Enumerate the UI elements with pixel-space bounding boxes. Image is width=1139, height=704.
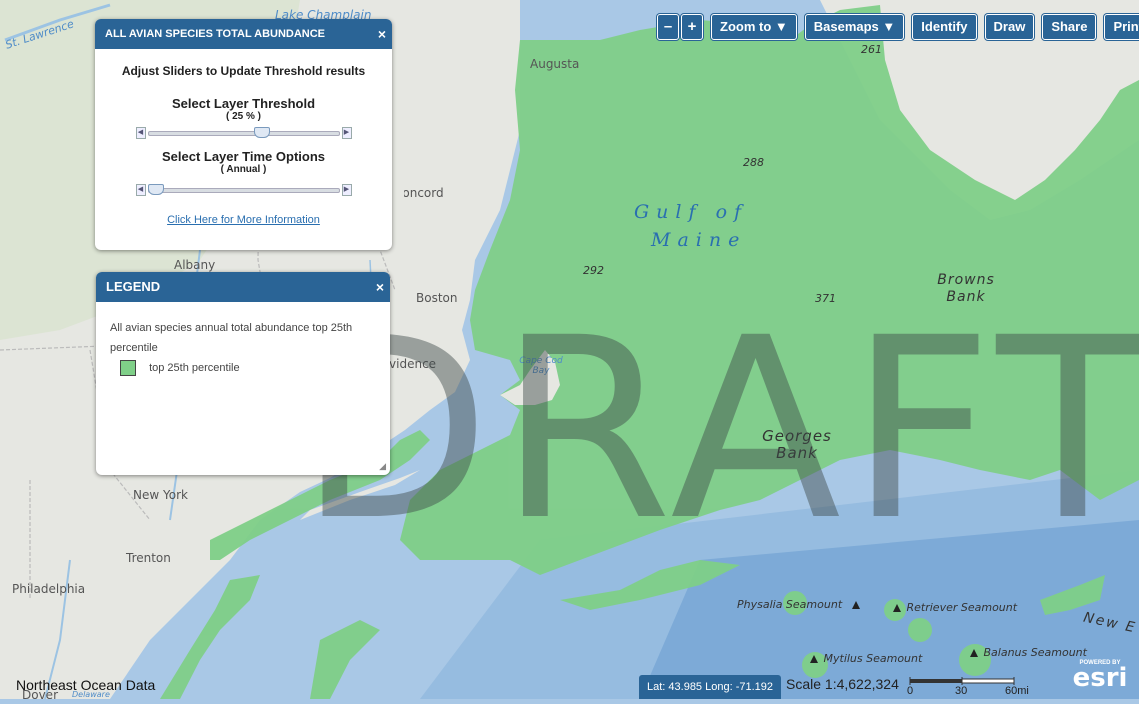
slider-handle[interactable] (254, 127, 271, 138)
scale-bar-label: 60mi (1005, 685, 1029, 697)
scale-bar-label: 0 (907, 685, 914, 697)
legend-swatch (120, 360, 136, 376)
zoom-in-button[interactable]: + (681, 14, 703, 40)
seamount-triangle-icon (851, 601, 860, 609)
label-gulf-of: Gulf of (634, 201, 749, 223)
close-icon[interactable]: × (378, 19, 386, 49)
label-trenton: Trenton (126, 551, 171, 565)
threshold-instruction: Adjust Sliders to Update Threshold resul… (121, 64, 366, 78)
share-button[interactable]: Share (1042, 14, 1097, 40)
seamount-label: Physalia Seamount (737, 598, 843, 611)
legend-panel-title: LEGEND (106, 279, 161, 294)
latlong-readout: Lat: 43.985 Long: -71.192 (639, 675, 781, 699)
map-toolbar: – + Zoom to ▼ Basemaps ▼ Identify Draw S… (657, 14, 1139, 40)
esri-logo[interactable]: POWERED BY esri (1068, 660, 1132, 693)
depth-292: 292 (583, 264, 604, 277)
label-philadelphia: Philadelphia (12, 582, 86, 596)
threshold-slider[interactable]: ◀ ▶ (135, 126, 352, 140)
slider-left-arrow-icon[interactable]: ◀ (135, 184, 146, 196)
zoom-to-dropdown[interactable]: Zoom to ▼ (711, 14, 797, 40)
depth-288: 288 (743, 156, 764, 169)
print-button[interactable]: Print (1104, 14, 1139, 40)
seamount-triangle-icon (970, 649, 978, 657)
slider-right-arrow-icon[interactable]: ▶ (341, 184, 352, 196)
seamount-label: Mytilus Seamount (823, 652, 923, 665)
legend-description: All avian species annual total abundance… (110, 322, 353, 354)
close-icon[interactable]: × (376, 272, 384, 302)
slider-handle[interactable] (147, 184, 164, 195)
scale-readout: Scale 1:4,622,324 (786, 676, 899, 692)
label-new-york: New York (133, 488, 188, 502)
slider-track[interactable] (147, 131, 340, 136)
depth-261: 261 (861, 43, 882, 56)
time-options-label: Select Layer Time Options (161, 149, 326, 164)
time-options-value: ( Annual ) (220, 164, 267, 175)
label-albany: Albany (174, 258, 216, 272)
more-info-link[interactable]: Click Here for More Information (95, 214, 392, 226)
legend-panel: LEGEND × All avian species annual total … (96, 272, 390, 475)
seamount-mytilus: Mytilus Seamount (810, 652, 922, 665)
label-maine: Maine (651, 229, 747, 251)
seamount-balanus: Balanus Seamount (970, 646, 1087, 659)
threshold-label: Select Layer Threshold (171, 96, 316, 111)
slider-track[interactable] (147, 188, 340, 193)
legend-item: top 25th percentile (120, 360, 390, 376)
zoom-out-button[interactable]: – (657, 14, 679, 40)
slider-right-arrow-icon[interactable]: ▶ (341, 127, 352, 139)
identify-button[interactable]: Identify (912, 14, 977, 40)
threshold-panel-header[interactable]: ALL AVIAN SPECIES TOTAL ABUNDANCE × (95, 19, 392, 49)
time-slider[interactable]: ◀ ▶ (135, 183, 352, 197)
draft-watermark: DRAFT (298, 284, 1139, 575)
basemaps-dropdown[interactable]: Basemaps ▼ (804, 14, 905, 40)
seamount-triangle-icon (810, 655, 818, 663)
draw-button[interactable]: Draw (984, 14, 1035, 40)
esri-wordmark: esri (1072, 663, 1128, 693)
resize-handle-icon[interactable]: ◢ (379, 461, 386, 472)
slider-left-arrow-icon[interactable]: ◀ (135, 127, 146, 139)
zoom-controls: – + (657, 14, 703, 40)
threshold-panel-title: ALL AVIAN SPECIES TOTAL ABUNDANCE (105, 28, 326, 40)
scale-bar: 0 30 60mi (907, 677, 1039, 699)
label-augusta: Augusta (530, 57, 580, 71)
seamount-physalia: Physalia Seamount (737, 598, 860, 611)
seamount-retriever: Retriever Seamount (893, 601, 1017, 614)
legend-panel-header[interactable]: LEGEND × (96, 272, 390, 302)
threshold-value: ( 25 % ) (225, 111, 261, 122)
scale-bar-label: 30 (955, 685, 968, 697)
seamount-label: Balanus Seamount (983, 646, 1087, 659)
attribution-text: Northeast Ocean Data (16, 677, 156, 693)
seamount-triangle-icon (893, 604, 901, 612)
threshold-panel: ALL AVIAN SPECIES TOTAL ABUNDANCE × Adju… (95, 19, 392, 250)
legend-item-label: top 25th percentile (149, 361, 240, 374)
seamount-label: Retriever Seamount (906, 601, 1018, 614)
